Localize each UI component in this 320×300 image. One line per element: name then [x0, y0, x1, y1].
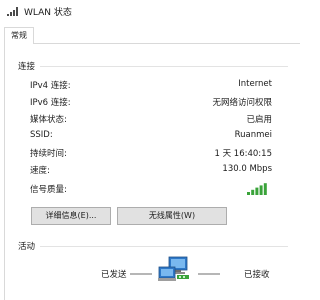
tab-strip: 常规 — [0, 23, 300, 44]
details-button[interactable]: 详细信息(E)... — [31, 207, 111, 225]
signal-strength-icon — [247, 183, 267, 195]
signal-bar — [263, 183, 267, 195]
signal-bar — [255, 187, 259, 195]
media-state-value: 已启用 — [246, 115, 272, 125]
activity-divider — [40, 246, 288, 247]
sent-label: 已发送 — [101, 270, 127, 280]
window-title: WLAN 状态 — [24, 8, 72, 18]
network-computers-icon — [158, 256, 189, 281]
ipv6-label: IPv6 连接: — [30, 98, 71, 108]
signal-quality-label: 信号质量: — [30, 185, 67, 195]
activity-section-title: 活动 — [18, 242, 36, 252]
signal-bar — [251, 189, 255, 195]
wlan-status-window: WLAN 状态 常规 连接 IPv4 连接: Internet IPv6 连接:… — [0, 0, 300, 300]
ssid-label: SSID: — [30, 130, 53, 140]
connection-divider — [40, 66, 288, 67]
signal-bar — [259, 185, 263, 195]
wireless-properties-button[interactable]: 无线属性(W) — [117, 207, 227, 225]
speed-label: 速度: — [30, 166, 50, 176]
sent-activity-dash — [130, 273, 152, 275]
connection-section-title: 连接 — [18, 62, 36, 72]
ipv4-value: Internet — [238, 79, 272, 89]
title-bar[interactable]: WLAN 状态 — [0, 0, 300, 23]
media-state-label: 媒体状态: — [30, 115, 67, 125]
received-label: 已接收 — [244, 270, 270, 280]
speed-value: 130.0 Mbps — [222, 164, 272, 174]
duration-label: 持续时间: — [30, 149, 67, 159]
ipv6-value: 无网络访问权限 — [212, 98, 272, 108]
ssid-value: Ruanmei — [234, 130, 272, 140]
received-activity-dash — [198, 273, 220, 275]
wifi-signal-icon — [7, 7, 18, 16]
ipv4-label: IPv4 连接: — [30, 81, 71, 91]
signal-bar — [247, 192, 250, 195]
duration-value: 1 天 16:40:15 — [214, 149, 273, 159]
tab-general[interactable]: 常规 — [4, 27, 34, 44]
